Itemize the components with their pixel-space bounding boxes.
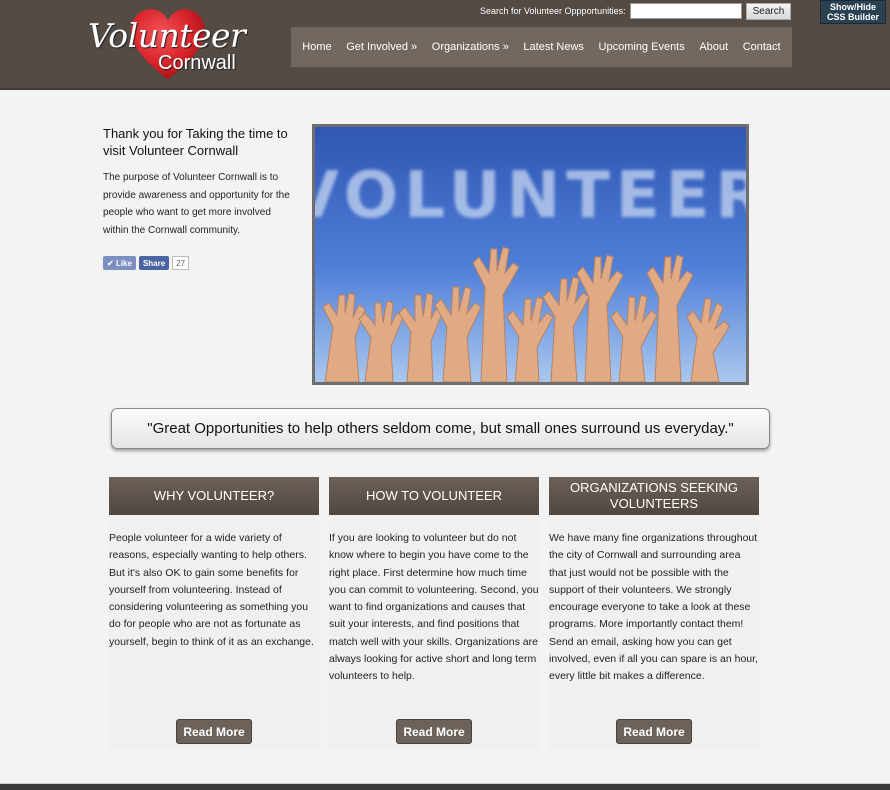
site-header: Volunteer Cornwall Search for Volunteer … <box>0 0 890 90</box>
column-heading: ORGANIZATIONS SEEKING VOLUNTEERS <box>549 477 759 515</box>
footer-bar <box>0 783 890 790</box>
column-heading: WHY VOLUNTEER? <box>109 477 319 515</box>
facebook-share-button[interactable]: Share <box>138 256 170 270</box>
logo-word-cornwall: Cornwall <box>158 52 236 74</box>
hero-image: VOLUNTEER <box>312 124 749 385</box>
css-builder-toggle[interactable]: Show/Hide CSS Builder <box>820 0 886 24</box>
nav-item-latest-news[interactable]: Latest News <box>523 41 584 53</box>
column-why-volunteer: WHY VOLUNTEER? People volunteer for a wi… <box>109 477 319 750</box>
search-bar: Search for Volunteer Oppportunities: Sea… <box>480 2 792 20</box>
site-logo[interactable]: Volunteer Cornwall <box>86 6 246 86</box>
column-body: We have many fine organizations througho… <box>549 532 758 683</box>
css-builder-line2: CSS Builder <box>826 12 879 22</box>
share-count: 27 <box>172 256 190 270</box>
nav-item-home[interactable]: Home <box>302 41 331 53</box>
nav-item-organizations[interactable]: Organizations » <box>432 41 509 53</box>
read-more-button[interactable]: Read More <box>176 719 252 744</box>
column-heading: HOW TO VOLUNTEER <box>329 477 539 515</box>
quote-banner: "Great Opportunities to help others seld… <box>111 408 770 449</box>
column-body: If you are looking to volunteer but do n… <box>329 532 539 683</box>
intro-text: The purpose of Volunteer Cornwall is to … <box>103 172 290 236</box>
read-more-button[interactable]: Read More <box>616 719 692 744</box>
search-input[interactable] <box>629 3 742 19</box>
search-label: Search for Volunteer Oppportunities: <box>480 6 626 16</box>
intro-title: Thank you for Taking the time to visit V… <box>103 126 288 158</box>
column-organizations-seeking: ORGANIZATIONS SEEKING VOLUNTEERS We have… <box>549 477 759 750</box>
column-body: People volunteer for a wide variety of r… <box>109 532 314 648</box>
facebook-like-button[interactable]: ✔ Like <box>103 256 136 270</box>
nav-item-about[interactable]: About <box>699 41 728 53</box>
volunteer-hands-image: VOLUNTEER <box>315 127 746 382</box>
nav-item-get-involved[interactable]: Get Involved » <box>346 41 417 53</box>
read-more-button[interactable]: Read More <box>396 719 472 744</box>
logo-word-volunteer: Volunteer <box>88 16 246 55</box>
nav-item-contact[interactable]: Contact <box>743 41 781 53</box>
thumbs-up-icon: ✔ <box>107 258 116 268</box>
main-nav: Home Get Involved » Organizations » Late… <box>291 27 792 67</box>
column-how-to-volunteer: HOW TO VOLUNTEER If you are looking to v… <box>329 477 539 750</box>
nav-item-upcoming-events[interactable]: Upcoming Events <box>599 41 685 53</box>
search-button[interactable]: Search <box>745 2 792 20</box>
hero-word: VOLUNTEER <box>315 159 746 233</box>
css-builder-line1: Show/Hide <box>829 2 876 12</box>
like-label: Like <box>115 258 132 268</box>
social-buttons: ✔ Like Share 27 <box>103 256 190 270</box>
